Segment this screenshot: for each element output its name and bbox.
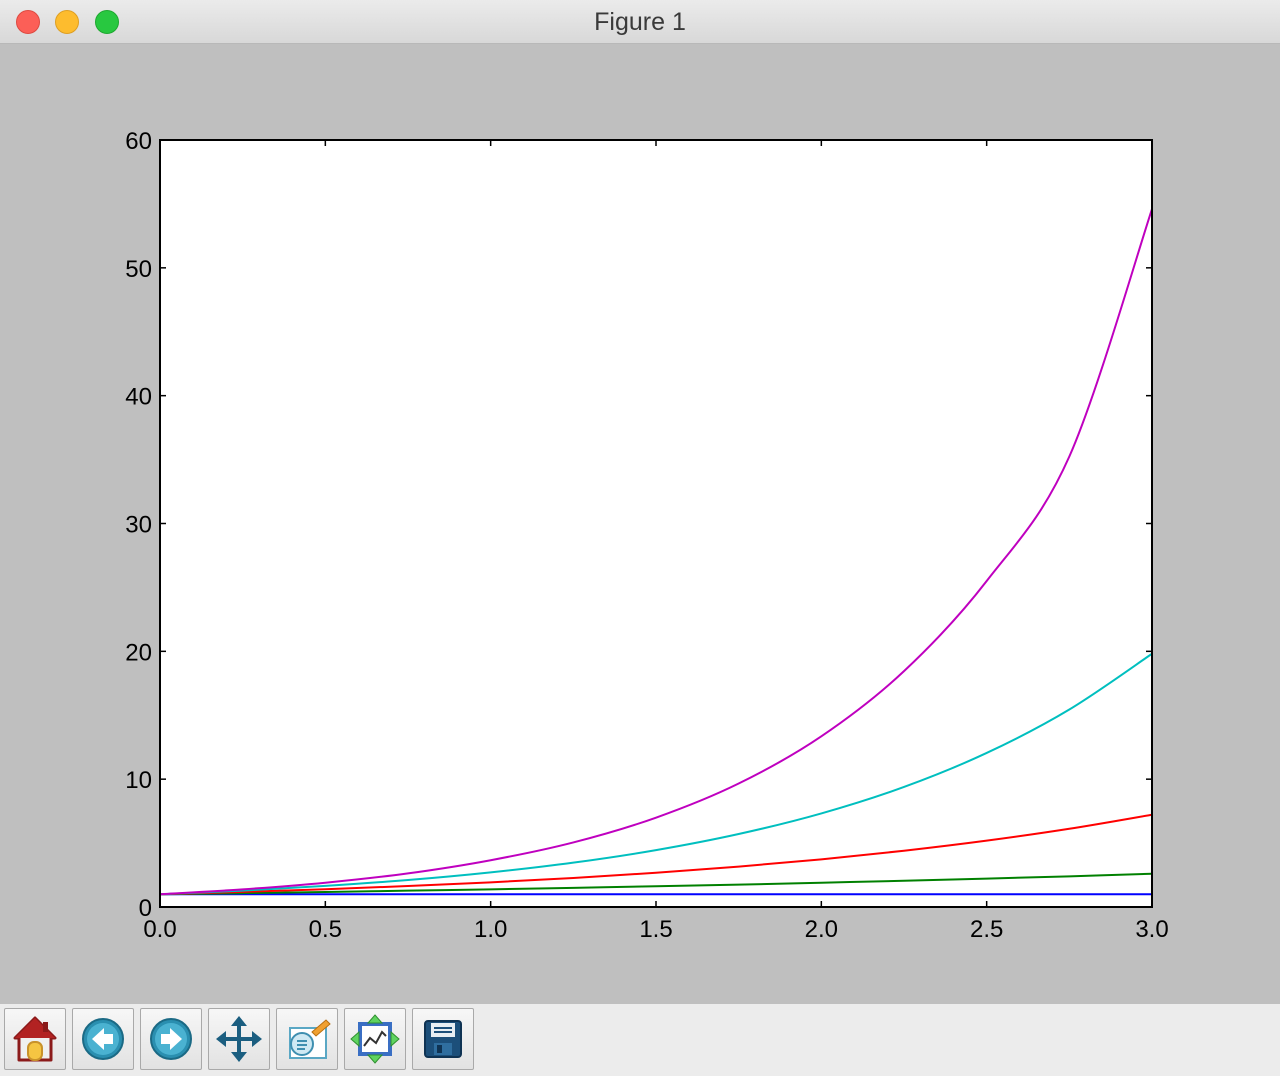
y-tick-label: 20 [125, 639, 152, 666]
forward-arrow-icon [150, 1018, 192, 1060]
window-title: Figure 1 [594, 8, 686, 36]
x-tick-label: 0.5 [309, 916, 342, 943]
floppy-disk-icon [424, 1020, 462, 1058]
line-chart: 0.0 0.5 1.0 1.5 2.0 2.5 3.00102030405060 [125, 128, 1168, 943]
save-button[interactable] [412, 1008, 474, 1070]
title-bar: Figure 1 [0, 0, 1280, 44]
zoom-rect-icon [289, 1019, 331, 1059]
y-tick-label: 50 [125, 256, 152, 283]
back-button[interactable] [72, 1008, 134, 1070]
navigation-toolbar [0, 1004, 1280, 1076]
x-tick-label: 2.5 [970, 916, 1003, 943]
y-tick-label: 30 [125, 512, 152, 539]
plot-area [160, 140, 1152, 907]
pan-button[interactable] [208, 1008, 270, 1070]
home-icon [13, 1016, 57, 1062]
zoom-button[interactable] [276, 1008, 338, 1070]
y-tick-label: 10 [125, 767, 152, 794]
y-tick-label: 40 [125, 384, 152, 411]
figure-window: Figure 1 0.0 0.5 1.0 1.5 2.0 2.5 3.0 0 10 20 30 40 5… [0, 0, 1280, 1076]
subplots-icon [350, 1014, 400, 1064]
pan-arrows-icon [216, 1016, 262, 1062]
configure-subplots-button[interactable] [344, 1008, 406, 1070]
back-arrow-icon [82, 1018, 124, 1060]
x-tick-label: 1.0 [474, 916, 507, 943]
x-tick-label: 3.0 [1135, 916, 1168, 943]
x-tick-label: 2.0 [805, 916, 838, 943]
forward-button[interactable] [140, 1008, 202, 1070]
figure-canvas[interactable]: 0.0 0.5 1.0 1.5 2.0 2.5 3.0 0 10 20 30 40 50 60 [0, 44, 1280, 1004]
home-button[interactable] [4, 1008, 66, 1070]
y-tick-label: 0 [139, 895, 152, 922]
x-tick-label: 1.5 [639, 916, 672, 943]
y-tick-label: 60 [125, 128, 152, 155]
